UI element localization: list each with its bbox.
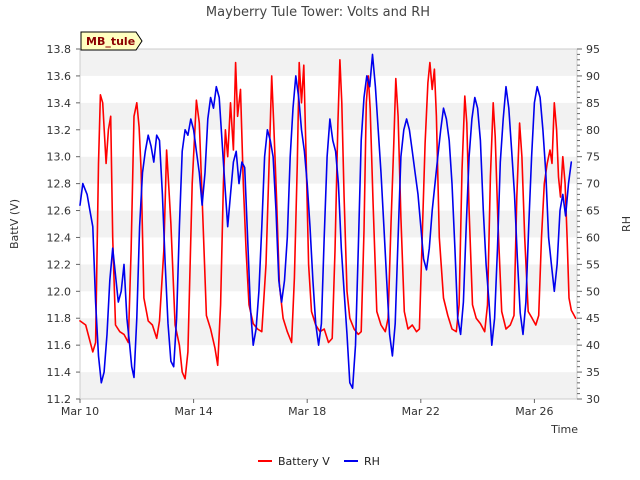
grid-band (80, 49, 577, 76)
grid-band (80, 210, 577, 238)
y-right-tick-label: 90 (586, 70, 600, 83)
y-left-tick-label: 12.4 (47, 231, 72, 244)
y-axis-left-title: BattV (V) (8, 199, 21, 249)
site-label-text: MB_tule (86, 35, 135, 48)
y-right-tick-label: 70 (586, 178, 600, 191)
y-right-tick-label: 65 (586, 205, 600, 218)
legend: Battery V RH (258, 455, 380, 468)
legend-label-rh: RH (364, 455, 380, 468)
grid-band (80, 264, 577, 292)
y-right-tick-label: 45 (586, 312, 600, 325)
y-left-tick-label: 11.4 (47, 366, 72, 379)
y-left-tick-label: 13.0 (47, 151, 72, 164)
y-left-tick-label: 12.6 (47, 205, 72, 218)
y-left-tick-label: 13.2 (47, 124, 72, 137)
y-right-tick-label: 85 (586, 97, 600, 110)
y-right-tick-label: 55 (586, 258, 600, 271)
grid-band (80, 183, 577, 211)
x-tick-label: Mar 10 (61, 405, 99, 418)
x-tick-label: Mar 14 (174, 405, 212, 418)
grid-band (80, 345, 577, 373)
y-left-tick-label: 13.8 (47, 43, 72, 56)
y-left-tick-label: 13.6 (47, 70, 72, 83)
grid-band (80, 372, 577, 399)
y-right-tick-label: 75 (586, 151, 600, 164)
y-right-tick-label: 95 (586, 43, 600, 56)
left-axis: 11.211.411.611.812.012.212.412.612.813.0… (47, 43, 80, 406)
grid-band (80, 75, 577, 103)
right-axis: 30 35 40 45 50 55 60 65 70 75 80 85 90 95 (577, 43, 600, 406)
y-right-tick-label: 50 (586, 285, 600, 298)
chart-canvas: 11.211.411.611.812.012.212.412.612.813.0… (8, 5, 633, 468)
y-right-tick-label: 40 (586, 339, 600, 352)
y-right-tick-label: 60 (586, 231, 600, 244)
y-left-tick-label: 11.8 (47, 312, 72, 325)
y-left-tick-label: 12.2 (47, 258, 72, 271)
y-right-tick-label: 80 (586, 124, 600, 137)
grid-band (80, 237, 577, 265)
x-tick-label: Mar 22 (402, 405, 440, 418)
y-left-tick-label: 11.6 (47, 339, 72, 352)
y-left-tick-label: 12.8 (47, 178, 72, 191)
legend-label-battery: Battery V (278, 455, 330, 468)
grid-bands (80, 49, 577, 399)
chart-title: Mayberry Tule Tower: Volts and RH (206, 5, 430, 20)
y-left-tick-label: 13.4 (47, 97, 72, 110)
y-right-tick-label: 30 (586, 393, 600, 406)
x-tick-label: Mar 18 (288, 405, 326, 418)
x-axis-title: Time (550, 423, 578, 436)
y-axis-right-title: RH (620, 216, 633, 232)
x-axis: Mar 10 Mar 14 Mar 18 Mar 22 Mar 26 (61, 399, 554, 418)
y-right-tick-label: 35 (586, 366, 600, 379)
site-label-box: MB_tule (80, 31, 143, 51)
x-tick-label: Mar 26 (515, 405, 553, 418)
y-left-tick-label: 12.0 (47, 285, 72, 298)
